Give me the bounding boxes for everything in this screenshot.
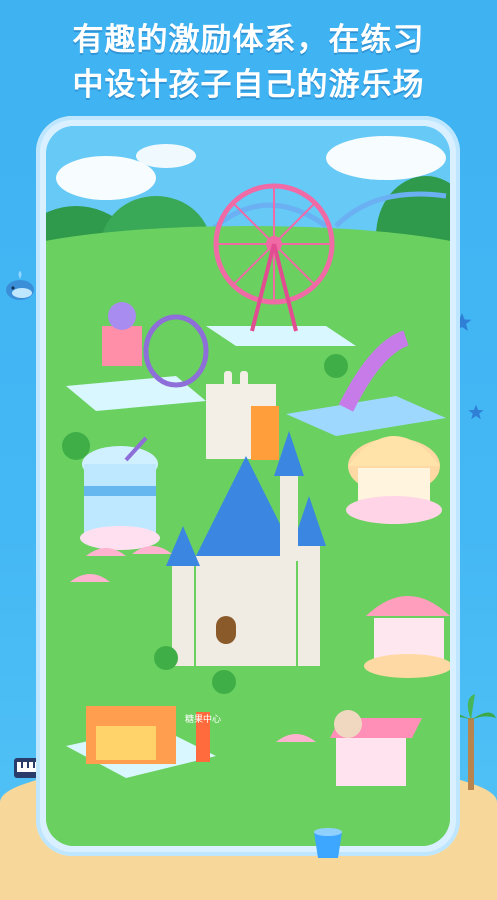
promo-headline: 有趣的激励体系，在练习 中设计孩子自己的游乐场 [0, 18, 497, 108]
drink-shop[interactable] [80, 436, 160, 550]
merry-go-round[interactable] [364, 596, 450, 678]
rabbit-building[interactable] [206, 371, 279, 460]
playground-illustration: 糖果中心 [46, 126, 450, 846]
playground-scene: 糖果中心 [46, 126, 450, 846]
promo-headline-line1: 有趣的激励体系，在练习 [72, 22, 425, 58]
carousel[interactable] [346, 436, 442, 524]
promo-headline-line2: 中设计孩子自己的游乐场 [72, 67, 425, 103]
sand-bucket-icon [314, 828, 342, 858]
starfish-icon [468, 404, 484, 420]
whale-icon [6, 271, 34, 300]
candy-center-sign: 糖果中心 [185, 713, 221, 725]
